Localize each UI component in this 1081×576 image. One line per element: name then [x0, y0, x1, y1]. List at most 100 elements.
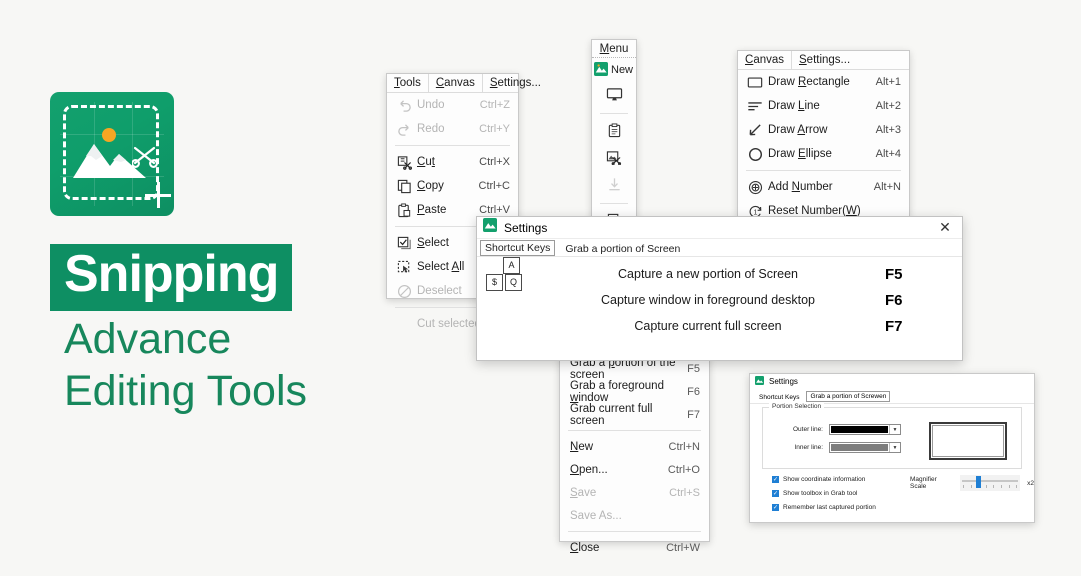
- close-icon[interactable]: ✕: [932, 218, 958, 238]
- context-item-label: Grab current full screen: [570, 402, 653, 427]
- context-item-grab-window[interactable]: Grab a foreground window F6: [560, 380, 709, 404]
- inner-line-row: Inner line: ▼: [777, 442, 901, 453]
- menu-item-draw-line[interactable]: Draw Line Alt+2: [738, 94, 909, 118]
- toolbar-new-label: New: [611, 64, 634, 76]
- shortcut-description: Capture current full screen: [634, 319, 782, 333]
- select-icon: [391, 236, 417, 251]
- select-all-icon: [391, 260, 417, 275]
- menu-item-label: Draw Line: [768, 100, 820, 112]
- menu-item-draw-arrow[interactable]: Draw Arrow Alt+3: [738, 118, 909, 142]
- portion-selection-group: Portion Selection Outer line: ▼ Inner li…: [762, 403, 1022, 469]
- context-item-open[interactable]: Open... Ctrl+O: [560, 458, 709, 481]
- shortcut-key: F6: [885, 291, 903, 309]
- context-item-grab-fullscreen[interactable]: Grab current full screen F7: [560, 402, 709, 427]
- menubar-item-settings[interactable]: Settings...: [481, 73, 548, 93]
- tab-divider: [477, 256, 962, 257]
- inner-line-swatch: [831, 444, 888, 451]
- shortcut-key: F7: [885, 317, 903, 335]
- menu-toolbar-panel: Menu New: [591, 39, 637, 255]
- menu-item-label: Undo: [417, 99, 445, 111]
- menubar-item-canvas[interactable]: Canvas: [427, 73, 482, 93]
- context-item-label: Save As...: [570, 509, 622, 522]
- key-cap-q: Q: [505, 274, 522, 291]
- context-item-close[interactable]: Close Ctrl+W: [560, 536, 709, 559]
- menu-item-draw-ellipse[interactable]: Draw Ellipse Alt+4: [738, 142, 909, 166]
- checkbox-label: Show toolbox in Grab tool: [783, 490, 858, 497]
- checkbox-label: Show coordinate information: [783, 476, 866, 483]
- settings-titlebar: Settings ✕: [477, 217, 962, 239]
- key-cap-dollar: $: [486, 274, 503, 291]
- shortcut-row: Capture a new portion of Screen F5: [575, 261, 955, 287]
- inner-line-label: Inner line:: [794, 444, 823, 451]
- portion-preview: [929, 422, 1007, 460]
- slider-thumb[interactable]: [976, 476, 982, 488]
- chevron-down-icon: ▼: [889, 443, 900, 452]
- menu-item-label: Add Number: [768, 181, 833, 193]
- menu-item-label: Draw Rectangle: [768, 76, 850, 88]
- monitor-icon: [606, 87, 623, 105]
- slider-ticks: [963, 485, 1018, 488]
- paste-icon: [391, 202, 417, 218]
- mini-tab-shortcut-keys[interactable]: Shortcut Keys: [756, 393, 802, 402]
- outer-line-color-picker[interactable]: ▼: [829, 424, 901, 435]
- page-title: Snipping: [50, 244, 293, 311]
- menubar-item-tools[interactable]: Tools: [387, 74, 428, 93]
- menu-item-copy[interactable]: Copy Ctrl+C: [387, 174, 518, 198]
- canvas-menubar: Canvas Settings...: [738, 50, 909, 70]
- checkbox-label: Remember last captured portion: [783, 504, 876, 511]
- context-item-save-as[interactable]: Save As...: [560, 504, 709, 527]
- copy-icon: [391, 179, 417, 194]
- canvas-menu-panel: Canvas Settings... Draw Rectangle Alt+1 …: [737, 50, 910, 228]
- settings-tabstrip: Shortcut Keys Grab a portion of Screen: [477, 239, 962, 256]
- menubar-item-canvas[interactable]: Canvas: [738, 51, 791, 70]
- context-item-accel: Ctrl+O: [667, 463, 700, 476]
- toolbar-button-image-cut[interactable]: [592, 145, 636, 172]
- menu-item-accel: Ctrl+X: [479, 156, 510, 168]
- mini-tab-grab-portion[interactable]: Grab a portion of Screwen: [806, 391, 891, 402]
- scissors-icon: [132, 146, 158, 168]
- outer-line-swatch: [831, 426, 888, 433]
- checkbox-show-coordinates[interactable]: ✓ Show coordinate information: [772, 476, 865, 483]
- menu-item-accel: Alt+N: [873, 181, 901, 193]
- toolbar-button-save[interactable]: [592, 172, 636, 199]
- undo-icon: [391, 98, 417, 113]
- menu-item-redo[interactable]: Redo Ctrl+Y: [387, 117, 518, 141]
- menu-item-draw-rectangle[interactable]: Draw Rectangle Alt+1: [738, 70, 909, 94]
- context-item-new[interactable]: New Ctrl+N: [560, 435, 709, 458]
- menu-item-accel: Alt+2: [875, 100, 901, 112]
- settings-title: Settings: [504, 220, 548, 235]
- app-logo: [50, 92, 174, 216]
- checkbox-show-toolbox[interactable]: ✓ Show toolbox in Grab tool: [772, 490, 857, 497]
- toolbar-button-clipboard[interactable]: [592, 118, 636, 145]
- checkbox-remember-portion[interactable]: ✓ Remember last captured portion: [772, 504, 876, 511]
- menu-item-accel: Ctrl+C: [478, 180, 510, 192]
- arrow-icon: [742, 123, 768, 138]
- context-item-accel: Ctrl+S: [669, 486, 700, 499]
- magnifier-slider[interactable]: [960, 475, 1021, 491]
- clipboard-icon: [607, 122, 622, 141]
- tab-grab-portion[interactable]: Grab a portion of Screen: [561, 242, 684, 256]
- mini-settings-window: Settings Shortcut Keys Grab a portion of…: [749, 373, 1035, 523]
- title-text: Snipping: [64, 245, 279, 303]
- context-item-label: New: [570, 440, 594, 453]
- toolbar-button-new[interactable]: New: [592, 58, 636, 82]
- tab-shortcut-keys[interactable]: Shortcut Keys: [480, 240, 556, 256]
- inner-line-color-picker[interactable]: ▼: [829, 442, 901, 453]
- context-item-accel: F6: [687, 385, 700, 398]
- menu-item-accel: Ctrl+Z: [479, 99, 510, 111]
- menu-item-label: Draw Arrow: [768, 124, 828, 136]
- menu-toolbar-header[interactable]: Menu: [592, 40, 636, 58]
- menu-item-cut[interactable]: Cut Ctrl+X: [387, 150, 518, 174]
- magnifier-label: Magnifier Scale: [910, 476, 937, 490]
- context-item-accel: Ctrl+N: [668, 440, 700, 453]
- chevron-down-icon: ▼: [889, 425, 900, 434]
- toolbar-button-monitor[interactable]: [592, 82, 636, 109]
- key-cap-a: A: [503, 257, 520, 274]
- menu-item-add-number[interactable]: Add Number Alt+N: [738, 175, 909, 199]
- mini-settings-tabstrip: Shortcut Keys Grab a portion of Screwen: [750, 389, 1034, 402]
- context-item-save[interactable]: Save Ctrl+S: [560, 481, 709, 504]
- context-menu-panel: Grab a portion of the screen F5 Grab a f…: [559, 356, 710, 554]
- menu-item-undo[interactable]: Undo Ctrl+Z: [387, 93, 518, 117]
- menubar-item-settings[interactable]: Settings...: [791, 50, 857, 70]
- tools-menubar: Tools Canvas Settings...: [387, 73, 541, 93]
